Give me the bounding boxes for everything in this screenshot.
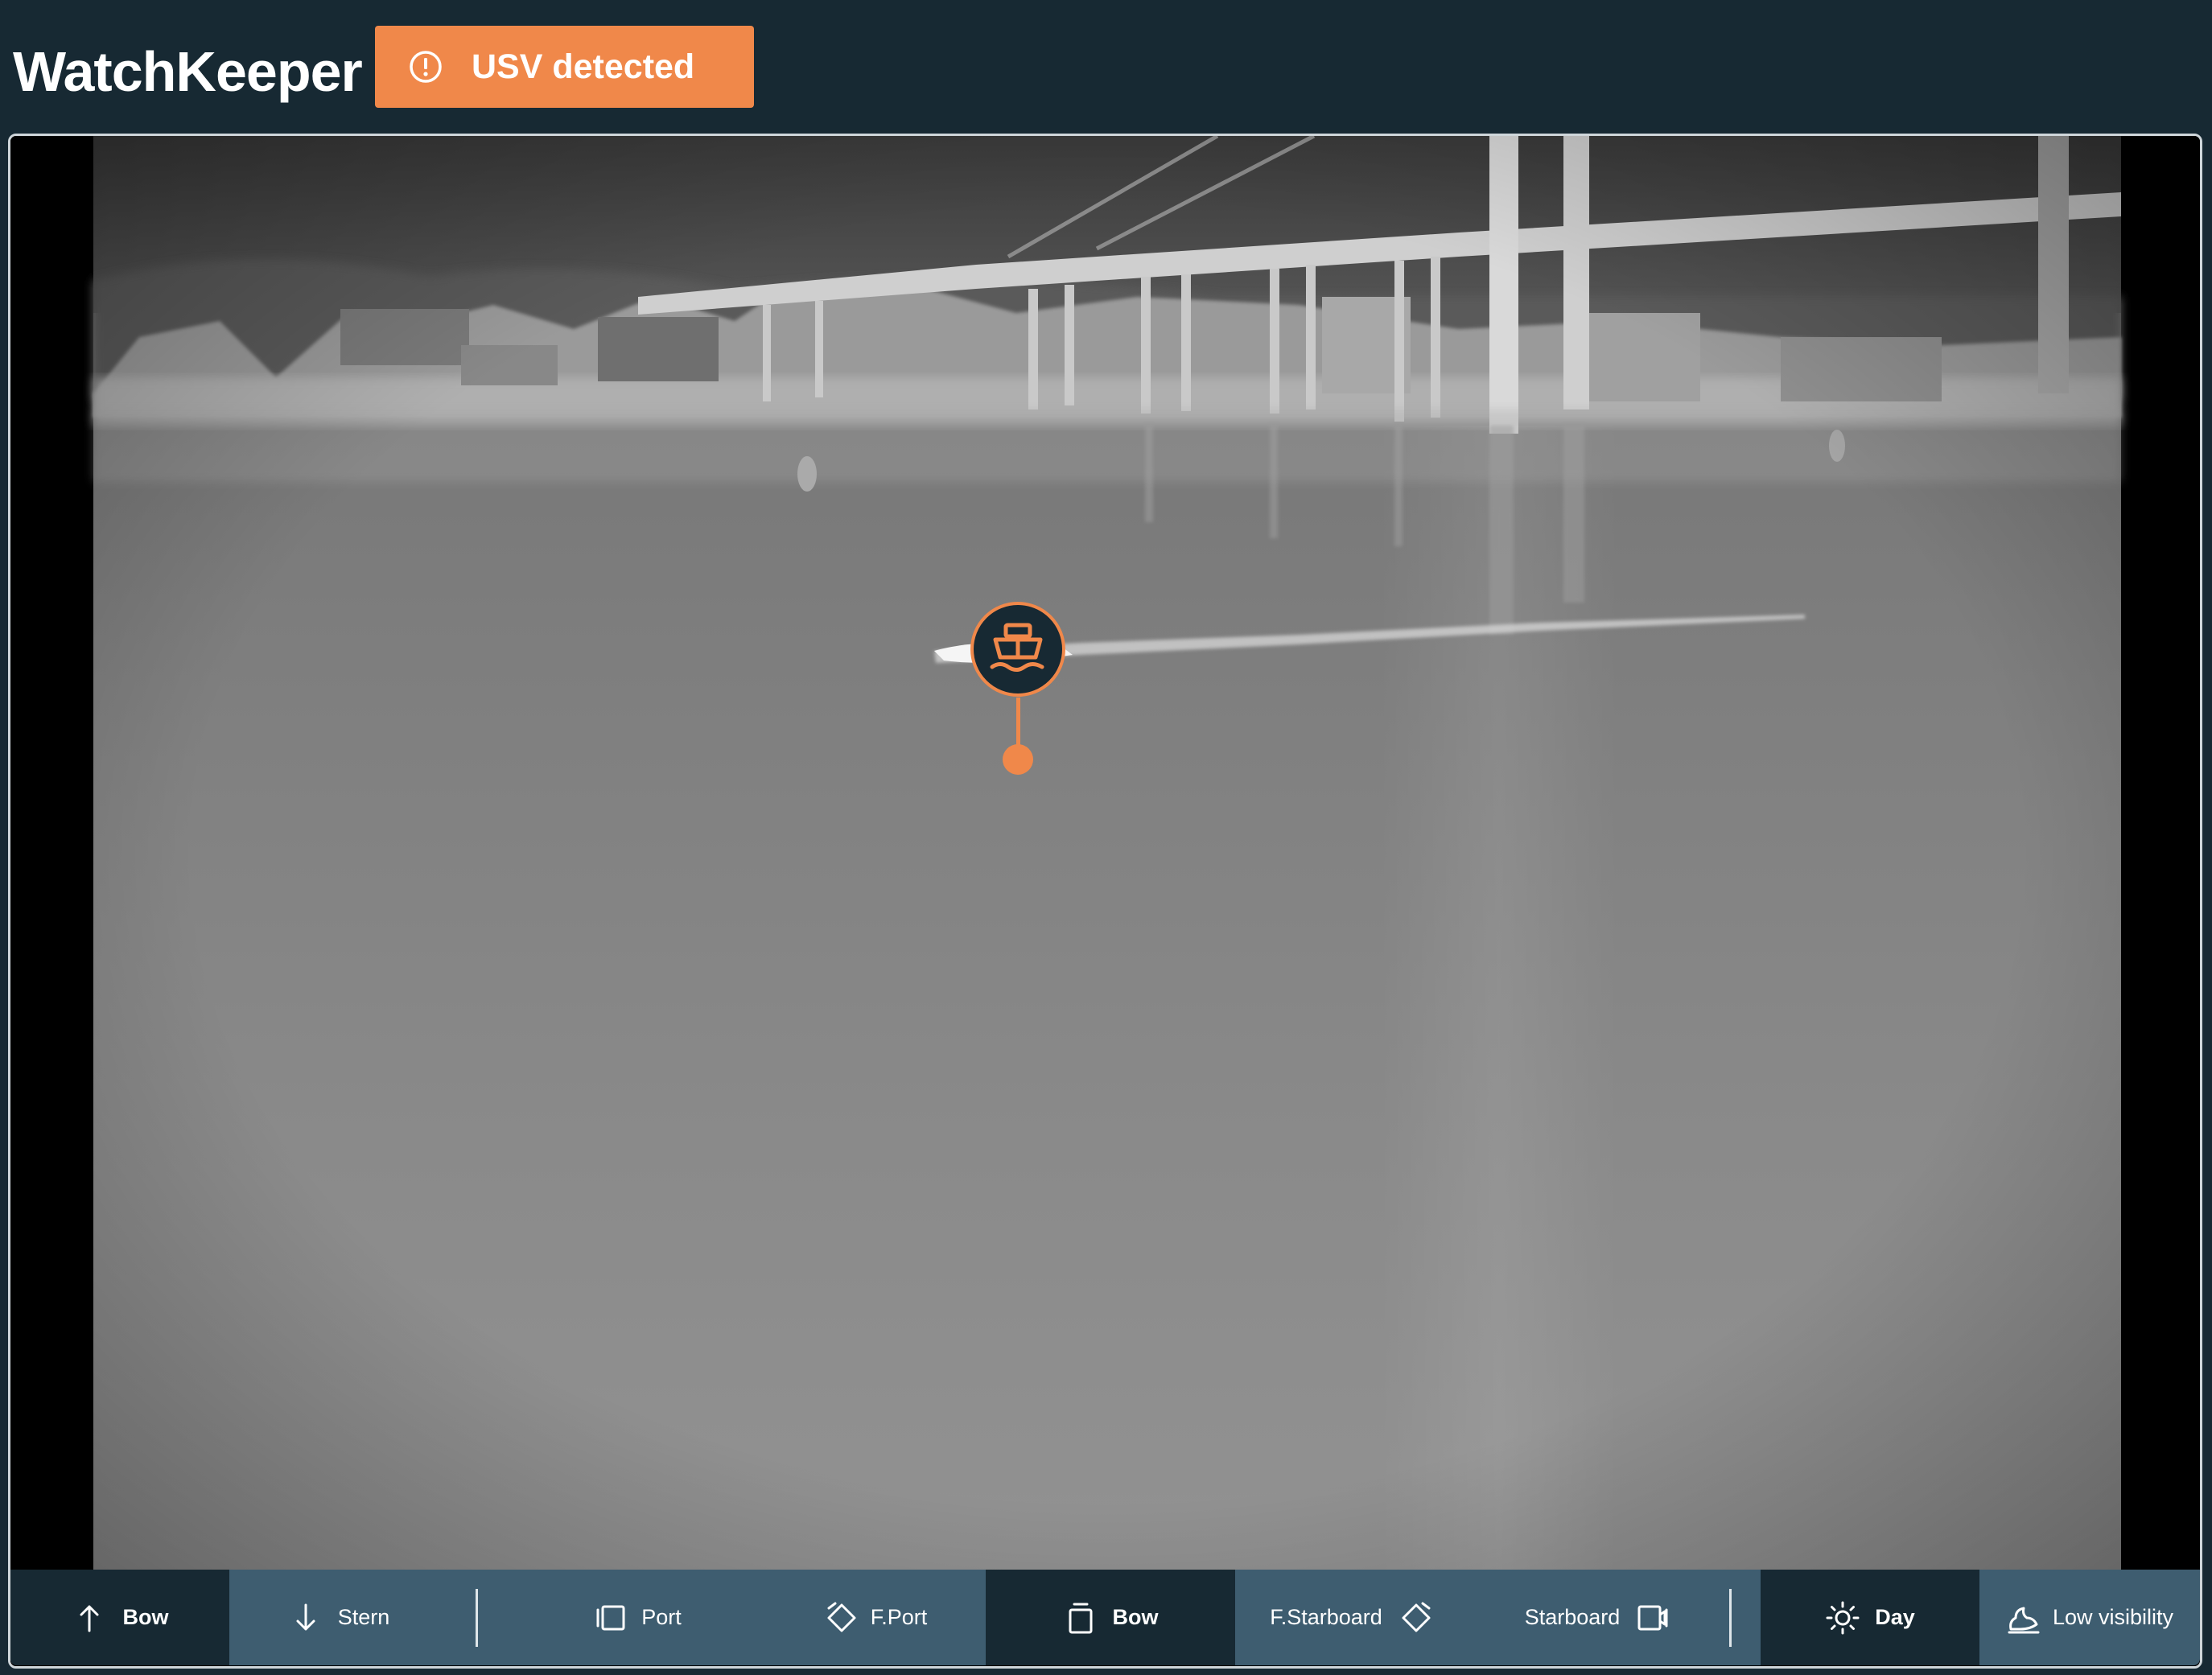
port-view-button[interactable]: Port [525,1570,751,1665]
forward-starboard-icon [1402,1602,1431,1632]
bow-camera-button[interactable]: Bow [10,1570,229,1665]
alert-label: USV detected [472,47,695,86]
day-mode-label: Day [1875,1605,1915,1629]
low-visibility-icon [2008,1607,2040,1633]
thermal-camera-feed[interactable] [10,136,2200,1666]
bow-view-label: Bow [1112,1605,1159,1629]
port-view-label: Port [641,1605,682,1629]
forward-port-icon [827,1602,856,1632]
starboard-view-button[interactable]: Starboard [1477,1570,1718,1665]
camera-toolbar: Bow Stern Port F.Port Bow F.Starboard St… [10,1570,2200,1665]
marker-anchor-dot [1003,744,1033,775]
bow-view-icon [1069,1603,1092,1633]
port-view-icon [596,1605,625,1630]
forward-starboard-view-label: F.Starboard [1270,1605,1382,1629]
feed-image [93,136,2121,1573]
forward-port-view-label: F.Port [870,1605,928,1629]
low-visibility-mode-label: Low visibility [2052,1605,2174,1629]
stern-camera-button[interactable]: Stern [229,1570,448,1665]
stern-camera-label: Stern [337,1605,390,1629]
app-header: WatchKeeper USV detected [0,0,2212,133]
toolbar-divider [1729,1589,1732,1647]
low-visibility-mode-button[interactable]: Low visibility [1979,1570,2200,1665]
forward-port-view-button[interactable]: F.Port [759,1570,992,1665]
day-mode-button[interactable]: Day [1761,1570,1979,1665]
starboard-view-icon [1637,1605,1668,1630]
camera-feed-frame [8,134,2202,1669]
bow-view-button[interactable]: Bow [986,1570,1235,1665]
starboard-view-label: Starboard [1524,1605,1621,1629]
toolbar-divider [476,1589,478,1647]
arrow-down-icon [296,1603,315,1630]
usv-alert-button[interactable]: USV detected [375,26,754,108]
alert-circle-icon [410,51,442,83]
app-title: WatchKeeper [13,40,363,103]
sun-icon [1826,1601,1860,1634]
usv-detection-marker[interactable] [970,601,1066,698]
bow-camera-label: Bow [122,1605,169,1629]
arrow-up-icon [80,1605,98,1632]
forward-starboard-view-button[interactable]: F.Starboard [1235,1570,1468,1665]
